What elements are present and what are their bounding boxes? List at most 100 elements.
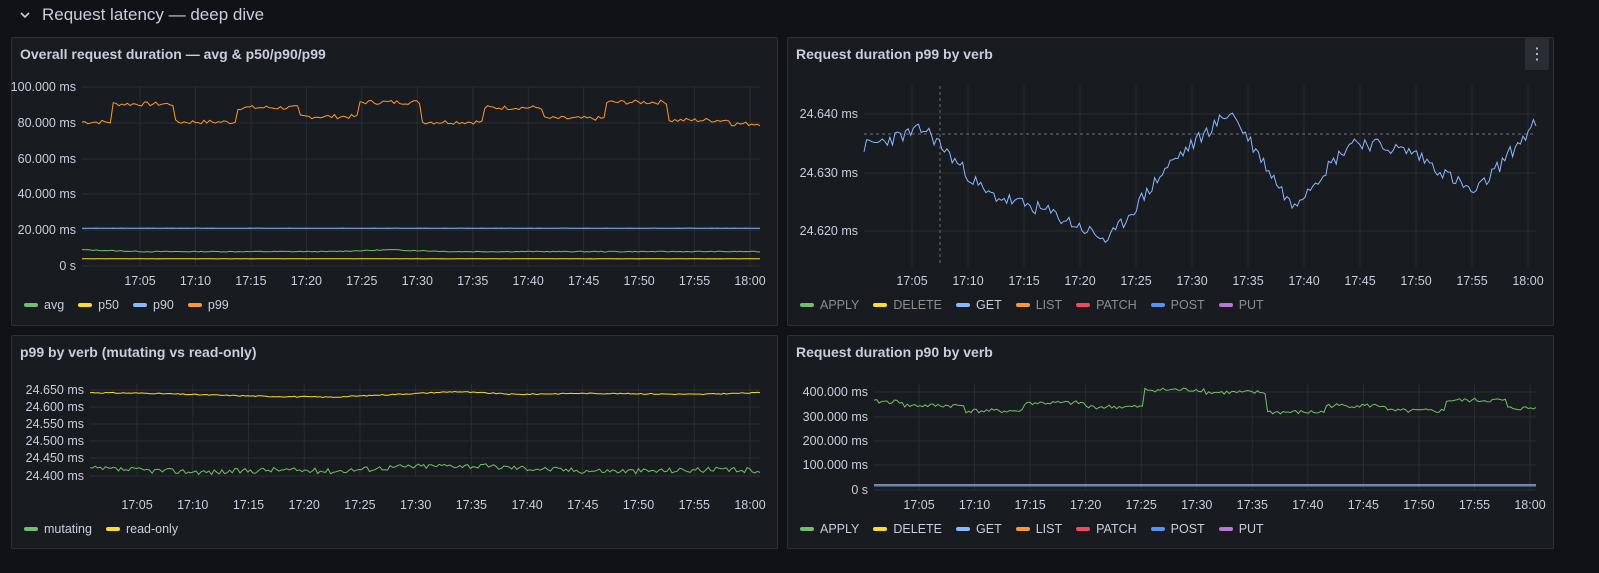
x-tick-label: 17:35 [1232, 274, 1263, 288]
legend-swatch [1076, 303, 1091, 307]
legend-item-apply[interactable]: APPLY [800, 522, 859, 536]
x-tick-label: 17:45 [1348, 498, 1379, 512]
y-tick-label: 0 s [851, 483, 868, 497]
panel-p90-by-verb[interactable]: Request duration p90 by verb 400.000 ms 3… [787, 335, 1554, 549]
legend-label: LIST [1035, 298, 1063, 312]
x-tick-label: 18:00 [1512, 274, 1543, 288]
x-tick-label: 17:10 [180, 274, 211, 288]
legend-item-put[interactable]: PUT [1218, 298, 1264, 312]
legend-label: DELETE [893, 522, 943, 536]
legend-swatch [1015, 303, 1030, 307]
x-tick-label: 17:55 [1456, 274, 1487, 288]
legend-label: POST [1170, 298, 1205, 312]
x-tick-label: 17:10 [177, 498, 208, 512]
x-tick-label: 18:00 [734, 274, 765, 288]
chart-mutating-vs-readonly: 24.650 ms 24.600 ms 24.550 ms 24.500 ms 24.4… [26, 383, 766, 512]
x-tick-label: 17:05 [124, 274, 155, 288]
x-tick-label: 17:50 [1400, 274, 1431, 288]
chevron-down-icon[interactable] [20, 9, 32, 21]
x-tick-label: 17:35 [1237, 498, 1268, 512]
x-tick-label: 17:20 [289, 498, 320, 512]
legend-label: read-only [125, 522, 179, 536]
legend-swatch [800, 527, 814, 531]
legend-item-put[interactable]: PUT [1218, 522, 1264, 536]
row-header[interactable]: Request latency — deep dive [0, 0, 1599, 30]
legend-item-p99[interactable]: p99 [187, 298, 229, 312]
legend-label: PUT [1238, 298, 1264, 312]
y-tick-label: 100.000 ms [11, 80, 76, 94]
row-title[interactable]: Request latency — deep dive [42, 5, 264, 25]
x-tick-label: 17:05 [896, 274, 927, 288]
legend-item-patch[interactable]: PATCH [1076, 522, 1137, 536]
x-tick-label: 17:15 [235, 274, 266, 288]
x-tick-label: 18:00 [1514, 498, 1545, 512]
legend-item-list[interactable]: LIST [1015, 522, 1063, 536]
legend-label: GET [976, 298, 1002, 312]
legend-swatch [800, 303, 814, 307]
y-tick-label: 60.000 ms [18, 152, 76, 166]
x-tick-label: 17:25 [1126, 498, 1157, 512]
series-line-get [863, 112, 1537, 243]
x-tick-label: 17:15 [1014, 498, 1045, 512]
legend-label: POST [1170, 522, 1205, 536]
x-tick-label: 17:55 [679, 498, 710, 512]
panel-overall-duration[interactable]: Overall request duration — avg & p50/p90… [11, 37, 778, 326]
legend-label: p90 [153, 298, 174, 312]
x-tick-label: 17:45 [568, 274, 599, 288]
legend-label: GET [976, 522, 1002, 536]
legend-item-delete[interactable]: DELETE [873, 522, 942, 536]
x-tick-label: 17:30 [400, 498, 431, 512]
x-tick-label: 17:55 [1459, 498, 1490, 512]
x-tick-label: 18:00 [734, 498, 765, 512]
legend-item-delete[interactable]: DELETE [873, 298, 942, 312]
x-tick-label: 17:40 [1292, 498, 1323, 512]
chart-p99-by-verb: 24.640 ms 24.630 ms 24.620 ms 17:05 17:10 17:… [800, 86, 1544, 288]
legend-item-apply[interactable]: APPLY [800, 298, 859, 312]
y-tick-label: 24.450 ms [26, 451, 84, 465]
legend-swatch [873, 527, 888, 531]
legend-item-p90[interactable]: p90 [133, 298, 174, 312]
x-tick-label: 17:40 [511, 498, 542, 512]
y-tick-label: 0 s [59, 259, 76, 273]
legend-swatch [187, 303, 202, 307]
legend-item-p50[interactable]: p50 [78, 298, 119, 312]
y-tick-label: 24.620 ms [800, 224, 858, 238]
y-tick-label: 24.600 ms [26, 400, 84, 414]
legend-label: mutating [44, 522, 92, 536]
legend-item-avg[interactable]: avg [24, 298, 64, 312]
legend-item-patch[interactable]: PATCH [1076, 298, 1137, 312]
legend-swatch [105, 527, 120, 531]
legend-label: PATCH [1096, 298, 1137, 312]
legend-item-post[interactable]: POST [1150, 522, 1205, 536]
y-tick-label: 100.000 ms [803, 458, 868, 472]
legend-item-post[interactable]: POST [1150, 298, 1205, 312]
series-line-read-only [89, 390, 761, 399]
legend-item-read-only[interactable]: read-only [105, 522, 179, 536]
x-tick-label: 17:05 [121, 498, 152, 512]
y-tick-label: 200.000 ms [803, 434, 868, 448]
legend-label: DELETE [893, 298, 943, 312]
legend-item-get[interactable]: GET [956, 298, 1002, 312]
y-tick-label: 40.000 ms [18, 187, 76, 201]
legend: APPLY DELETE GET LIST PATCH POST PUT [800, 522, 1264, 536]
legend-label: avg [44, 298, 65, 312]
y-tick-label: 300.000 ms [803, 410, 868, 424]
y-tick-label: 24.550 ms [26, 417, 84, 431]
legend-swatch [78, 303, 93, 307]
x-tick-label: 17:50 [1403, 498, 1434, 512]
y-tick-label: 20.000 ms [18, 223, 76, 237]
legend-label: LIST [1035, 522, 1063, 536]
legend-label: PATCH [1096, 522, 1137, 536]
y-tick-label: 80.000 ms [18, 116, 76, 130]
chart-overall-duration: 100.000 ms 80.000 ms 60.000 ms 40.000 ms 20.… [11, 80, 766, 288]
x-tick-label: 17:05 [903, 498, 934, 512]
legend-item-mutating[interactable]: mutating [24, 522, 92, 536]
x-tick-label: 17:35 [456, 498, 487, 512]
panel-p99-by-verb[interactable]: Request duration p99 by verb ⋮ 24.640 ms… [787, 37, 1554, 326]
chart-p90-by-verb: 400.000 ms 300.000 ms 200.000 ms 100.000 ms… [803, 384, 1546, 512]
legend-swatch [1150, 527, 1165, 531]
x-tick-label: 17:55 [679, 274, 710, 288]
legend-item-list[interactable]: LIST [1015, 298, 1063, 312]
legend-item-get[interactable]: GET [956, 522, 1002, 536]
panel-mutating-vs-readonly[interactable]: p99 by verb (mutating vs read-only) 24.6… [11, 335, 778, 549]
